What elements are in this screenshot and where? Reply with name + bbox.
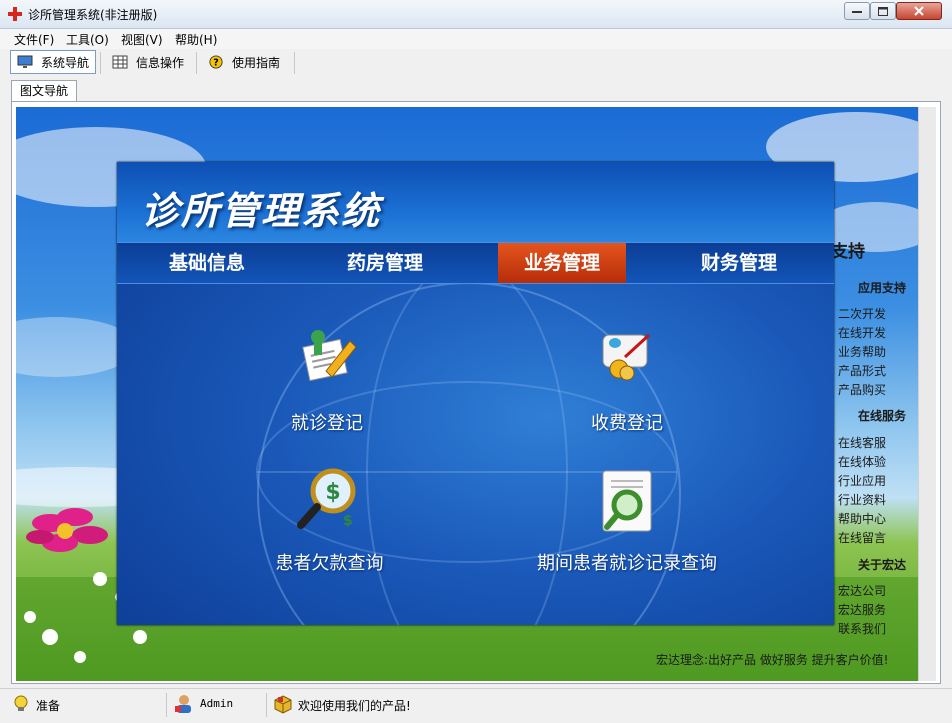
fee-scroll-icon xyxy=(602,333,651,381)
nav-tab-basic-info[interactable]: 基础信息 xyxy=(137,243,277,283)
toolbar-separator xyxy=(196,52,197,74)
menu-view[interactable]: 视图(V) xyxy=(121,31,163,48)
toolbar-label: 系统导航 xyxy=(41,55,90,70)
section-title-online-service: 在线服务 xyxy=(858,409,907,423)
menu-file[interactable]: 文件(F) xyxy=(14,31,54,48)
nav-tab-business[interactable]: 业务管理 xyxy=(498,243,626,283)
user-avatar-icon xyxy=(175,695,191,713)
func-patient-debt-query[interactable]: $ $ 患者欠款查询 xyxy=(257,467,402,577)
status-separator xyxy=(266,693,267,717)
link-secondary-dev[interactable]: 二次开发 xyxy=(838,305,886,322)
menu-tools[interactable]: 工具(O) xyxy=(66,31,109,48)
link-business-help[interactable]: 业务帮助 xyxy=(838,343,886,360)
link-service[interactable]: 宏达服务 xyxy=(838,601,886,618)
func-visit-register[interactable]: 就诊登记 xyxy=(267,327,387,437)
tab-picture-nav[interactable]: 图文导航 xyxy=(11,80,78,101)
panel-title: 诊所管理系统 xyxy=(141,189,382,233)
func-label: 就诊登记 xyxy=(291,413,363,434)
product-box-icon xyxy=(274,695,292,714)
toolbar-user-guide-button[interactable]: ? 使用指南 xyxy=(202,50,290,74)
nav-tab-pharmacy[interactable]: 药房管理 xyxy=(315,243,455,283)
toolbar-system-nav-button[interactable]: 系统导航 xyxy=(10,50,96,74)
link-industry-app[interactable]: 行业应用 xyxy=(838,472,886,489)
link-contact[interactable]: 联系我们 xyxy=(838,620,886,637)
func-period-visit-record-query[interactable]: 期间患者就诊记录查询 xyxy=(517,467,737,577)
link-online-message[interactable]: 在线留言 xyxy=(838,529,886,546)
maximize-icon xyxy=(878,6,888,16)
window-title: 诊所管理系统(非注册版) xyxy=(28,8,158,22)
status-text: 准备 xyxy=(36,699,61,713)
title-bar: 诊所管理系统(非注册版) xyxy=(0,0,952,29)
svg-text:$: $ xyxy=(343,513,353,529)
link-online-cs[interactable]: 在线客服 xyxy=(838,434,886,451)
toolbar-info-ops-button[interactable]: 信息操作 xyxy=(106,50,192,74)
link-online-trial[interactable]: 在线体验 xyxy=(838,453,886,470)
status-light-icon xyxy=(14,695,28,711)
svg-text:?: ? xyxy=(213,58,219,69)
minimize-button[interactable] xyxy=(844,2,870,20)
help-icon: ? xyxy=(209,55,223,69)
toolbar-label: 信息操作 xyxy=(136,55,185,70)
link-product-purchase[interactable]: 产品购买 xyxy=(838,381,886,398)
func-label: 患者欠款查询 xyxy=(275,553,384,574)
debt-magnifier-icon: $ $ xyxy=(297,468,356,529)
toolbar: 系统导航 信息操作 ? 使用指南 xyxy=(0,49,952,76)
app-cross-icon xyxy=(8,7,22,21)
func-label: 收费登记 xyxy=(591,413,663,434)
toolbar-separator xyxy=(294,52,295,74)
record-search-icon xyxy=(602,470,652,532)
slogan-text: 宏达理念:出好产品 做好服务 提升客户价值! xyxy=(656,653,889,667)
status-separator xyxy=(166,693,167,717)
monitor-icon xyxy=(17,55,33,68)
toolbar-label: 使用指南 xyxy=(232,55,281,70)
status-bar: 准备 Admin 欢迎使用我们的产品! xyxy=(0,688,952,723)
vertical-scrollbar[interactable] xyxy=(918,107,936,681)
link-company[interactable]: 宏达公司 xyxy=(838,582,886,599)
minimize-icon xyxy=(852,11,862,13)
svg-text:$: $ xyxy=(325,480,340,505)
close-button[interactable] xyxy=(896,2,942,20)
link-product-form[interactable]: 产品形式 xyxy=(838,362,886,379)
menu-bar: 文件(F) 工具(O) 视图(V) 帮助(H) xyxy=(0,29,952,49)
status-user: Admin xyxy=(200,697,234,710)
link-help-center[interactable]: 帮助中心 xyxy=(838,510,886,527)
nav-tab-finance[interactable]: 财务管理 xyxy=(669,243,809,283)
section-title-app-support: 应用支持 xyxy=(858,281,907,295)
module-nav: 基础信息 药房管理 业务管理 财务管理 xyxy=(117,242,834,284)
panel-header: 诊所管理系统 xyxy=(117,162,834,242)
grid-icon xyxy=(112,55,128,69)
section-title-about: 关于宏达 xyxy=(858,558,907,572)
maximize-button[interactable] xyxy=(870,2,896,20)
link-online-dev[interactable]: 在线开发 xyxy=(838,324,886,341)
main-nav-panel: 诊所管理系统 基础信息 药房管理 业务管理 财务管理 就诊登记 收费登记 $ $… xyxy=(117,162,834,625)
status-message: 欢迎使用我们的产品! xyxy=(298,699,411,713)
close-icon xyxy=(914,6,924,16)
menu-help[interactable]: 帮助(H) xyxy=(175,31,217,48)
register-pencil-icon xyxy=(302,330,357,382)
support-heading: 支持 xyxy=(831,242,865,262)
func-fee-register[interactable]: 收费登记 xyxy=(557,327,697,437)
link-industry-data[interactable]: 行业资料 xyxy=(838,491,886,508)
toolbar-separator xyxy=(100,52,101,74)
func-label: 期间患者就诊记录查询 xyxy=(537,553,717,574)
